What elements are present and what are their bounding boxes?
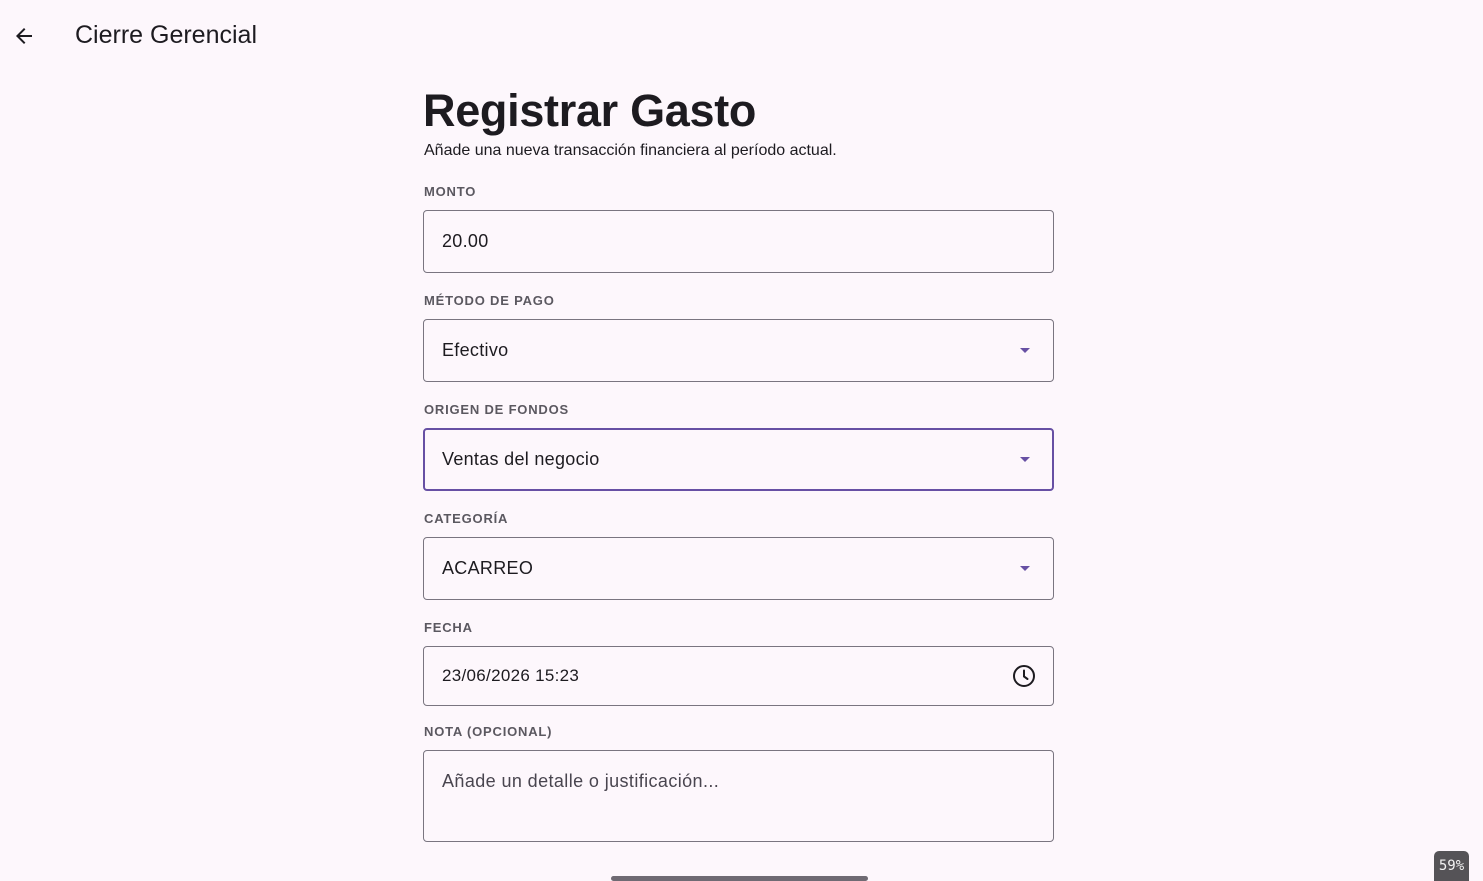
metodo-pago-value: Efectivo bbox=[442, 340, 509, 360]
nota-placeholder: Añade un detalle o justificación... bbox=[442, 771, 720, 791]
categoria-label: CATEGORÍA bbox=[424, 511, 509, 526]
dropdown-arrow-icon bbox=[1020, 566, 1030, 571]
categoria-dropdown[interactable]: ACARREO bbox=[423, 537, 1054, 600]
origen-fondos-dropdown[interactable]: Ventas del negocio bbox=[423, 428, 1054, 491]
metodo-pago-dropdown[interactable]: Efectivo bbox=[423, 319, 1054, 382]
back-button[interactable] bbox=[4, 16, 44, 56]
fecha-value: 23/06/2026 15:23 bbox=[442, 666, 580, 685]
monto-field[interactable]: 20.00 bbox=[423, 210, 1054, 273]
metodo-pago-label: MÉTODO DE PAGO bbox=[424, 293, 555, 308]
origen-fondos-label: ORIGEN DE FONDOS bbox=[424, 402, 569, 417]
nota-label: NOTA (OPCIONAL) bbox=[424, 724, 553, 739]
fecha-field[interactable]: 23/06/2026 15:23 bbox=[423, 646, 1054, 706]
monto-label: MONTO bbox=[424, 184, 477, 199]
app-title: Cierre Gerencial bbox=[75, 21, 258, 49]
fecha-label: FECHA bbox=[424, 620, 473, 635]
nota-textarea[interactable]: Añade un detalle o justificación... bbox=[423, 750, 1054, 842]
battery-indicator: 59% bbox=[1434, 851, 1469, 881]
origen-fondos-value: Ventas del negocio bbox=[442, 449, 600, 469]
clock-icon[interactable] bbox=[1011, 663, 1037, 689]
monto-value: 20.00 bbox=[442, 231, 489, 251]
page-subtitle: Añade una nueva transacción financiera a… bbox=[424, 142, 837, 159]
dropdown-arrow-icon bbox=[1020, 348, 1030, 353]
categoria-value: ACARREO bbox=[442, 558, 534, 578]
app-bar: Cierre Gerencial bbox=[0, 0, 1483, 72]
dropdown-arrow-icon bbox=[1020, 457, 1030, 462]
page-title: Registrar Gasto bbox=[423, 85, 757, 136]
arrow-left-icon bbox=[16, 28, 32, 44]
home-indicator[interactable] bbox=[611, 876, 868, 881]
